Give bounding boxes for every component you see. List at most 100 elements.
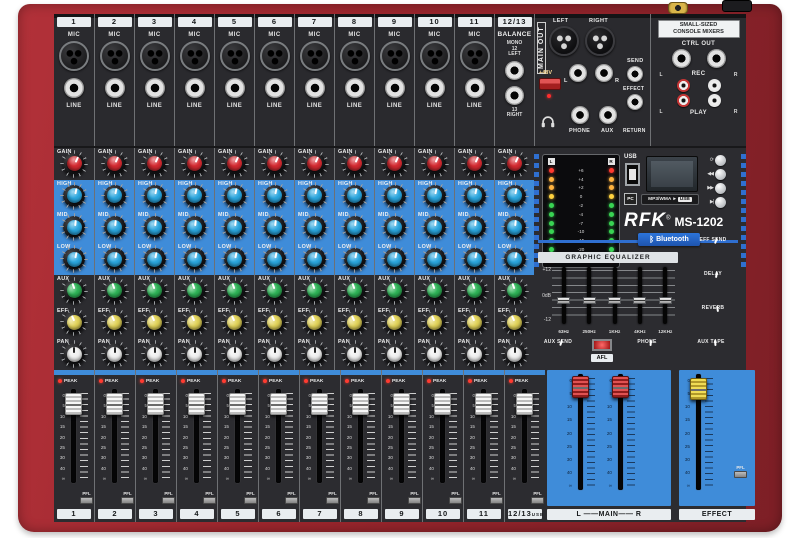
- mid-knob-ch6[interactable]: MID: [255, 211, 294, 243]
- gain-knob-ch12[interactable]: GAIN: [495, 148, 534, 180]
- channel-fader-5-handle[interactable]: [229, 393, 246, 415]
- channel-fader-7-handle[interactable]: [311, 393, 328, 415]
- eq-slider-handle[interactable]: [557, 297, 570, 304]
- reverb-knob[interactable]: REVERB: [684, 302, 742, 336]
- pan-knob-ch3[interactable]: PAN: [135, 338, 174, 370]
- gain-knob-ch5[interactable]: GAIN: [215, 148, 254, 180]
- eff-knob-ch11[interactable]: EFF: [455, 307, 494, 339]
- eq-slider-handle[interactable]: [583, 297, 596, 304]
- mid-knob-ch4[interactable]: MID: [175, 211, 214, 243]
- channel-fader-9-handle[interactable]: [393, 393, 410, 415]
- gain-knob-ch11[interactable]: GAIN: [455, 148, 494, 180]
- channel-fader-12/13USB-handle[interactable]: [516, 393, 533, 415]
- eq-slider-handle[interactable]: [633, 297, 646, 304]
- pfl-button-3[interactable]: PFL: [162, 491, 175, 504]
- aux-send-knob[interactable]: AUX SEND: [534, 336, 582, 345]
- eq-slider-4KHz[interactable]: 4KHz: [627, 265, 652, 335]
- low-knob-ch7[interactable]: LOW: [295, 243, 334, 275]
- aux-knob-ch7[interactable]: AUX: [295, 275, 334, 307]
- gain-knob-ch8[interactable]: GAIN: [335, 148, 374, 180]
- gain-knob-ch10[interactable]: GAIN: [415, 148, 454, 180]
- low-knob-ch8[interactable]: LOW: [335, 243, 374, 275]
- pfl-button-6[interactable]: PFL: [285, 491, 298, 504]
- eq-slider-63Hz[interactable]: 63Hz: [551, 265, 576, 335]
- mid-knob-ch10[interactable]: MID: [415, 211, 454, 243]
- high-knob-ch5[interactable]: HIGH: [215, 180, 254, 212]
- channel-fader-2-handle[interactable]: [106, 393, 123, 415]
- high-knob-ch7[interactable]: HIGH: [295, 180, 334, 212]
- pfl-button-5[interactable]: PFL: [244, 491, 257, 504]
- low-knob-ch9[interactable]: LOW: [375, 243, 414, 275]
- aux-knob-ch6[interactable]: AUX: [255, 275, 294, 307]
- aux-knob-ch2[interactable]: AUX: [95, 275, 134, 307]
- low-knob-ch5[interactable]: LOW: [215, 243, 254, 275]
- previous-button[interactable]: [715, 169, 726, 180]
- gain-knob-ch7[interactable]: GAIN: [295, 148, 334, 180]
- mid-knob-ch7[interactable]: MID: [295, 211, 334, 243]
- pan-knob-ch10[interactable]: PAN: [415, 338, 454, 370]
- channel-fader-1-handle[interactable]: [65, 393, 82, 415]
- high-knob-ch1[interactable]: HIGH: [54, 180, 94, 212]
- eff-knob-ch3[interactable]: EFF: [135, 307, 174, 339]
- pan-knob-ch12[interactable]: PAN: [495, 338, 534, 370]
- play-pause-button[interactable]: [715, 197, 726, 208]
- low-knob-ch6[interactable]: LOW: [255, 243, 294, 275]
- low-knob-ch3[interactable]: LOW: [135, 243, 174, 275]
- mid-knob-ch11[interactable]: MID: [455, 211, 494, 243]
- channel-fader-3-handle[interactable]: [147, 393, 164, 415]
- gain-knob-ch2[interactable]: GAIN: [95, 148, 134, 180]
- low-knob-ch2[interactable]: LOW: [95, 243, 134, 275]
- aux-knob-ch9[interactable]: AUX: [375, 275, 414, 307]
- mid-knob-ch3[interactable]: MID: [135, 211, 174, 243]
- pfl-button-7[interactable]: PFL: [326, 491, 339, 504]
- eff-knob-ch12[interactable]: EFF: [495, 307, 534, 339]
- high-knob-ch8[interactable]: HIGH: [335, 180, 374, 212]
- next-button[interactable]: [715, 183, 726, 194]
- low-knob-ch11[interactable]: LOW: [455, 243, 494, 275]
- eq-slider-12KHz[interactable]: 12KHz: [653, 265, 678, 335]
- aux-knob-ch8[interactable]: AUX: [335, 275, 374, 307]
- pfl-button-8[interactable]: PFL: [367, 491, 380, 504]
- high-knob-ch12[interactable]: HIGH: [495, 180, 534, 212]
- eff-knob-ch10[interactable]: EFF: [415, 307, 454, 339]
- channel-fader-10-handle[interactable]: [434, 393, 451, 415]
- low-knob-ch1[interactable]: LOW: [54, 243, 94, 275]
- eq-slider-handle[interactable]: [659, 297, 672, 304]
- pan-knob-ch11[interactable]: PAN: [455, 338, 494, 370]
- aux-knob-ch12[interactable]: AUX: [495, 275, 534, 307]
- pan-knob-ch8[interactable]: PAN: [335, 338, 374, 370]
- eq-slider-1KHz[interactable]: 1KHz: [602, 265, 627, 335]
- pfl-button-12/13USB[interactable]: PFL: [531, 491, 544, 504]
- eff-knob-ch5[interactable]: EFF: [215, 307, 254, 339]
- aux-knob-ch11[interactable]: AUX: [455, 275, 494, 307]
- channel-fader-8-handle[interactable]: [352, 393, 369, 415]
- repeat-button[interactable]: [715, 155, 726, 166]
- channel-fader-6-handle[interactable]: [270, 393, 287, 415]
- pan-knob-ch2[interactable]: PAN: [95, 338, 134, 370]
- mid-knob-ch1[interactable]: MID: [54, 211, 94, 243]
- high-knob-ch9[interactable]: HIGH: [375, 180, 414, 212]
- afl-button[interactable]: AFL: [584, 336, 620, 362]
- high-knob-ch6[interactable]: HIGH: [255, 180, 294, 212]
- eq-slider-250Hz[interactable]: 250Hz: [576, 265, 601, 335]
- main-fader-right-handle[interactable]: [612, 376, 629, 398]
- effect-pfl-button[interactable]: PFL: [734, 465, 747, 478]
- pan-knob-ch1[interactable]: PAN: [54, 338, 94, 370]
- mid-knob-ch12[interactable]: MID: [495, 211, 534, 243]
- aux-knob-ch3[interactable]: AUX: [135, 275, 174, 307]
- pan-knob-ch4[interactable]: PAN: [175, 338, 214, 370]
- high-knob-ch11[interactable]: HIGH: [455, 180, 494, 212]
- eff-knob-ch2[interactable]: EFF: [95, 307, 134, 339]
- eq-slider-handle[interactable]: [608, 297, 621, 304]
- phone-level-knob[interactable]: PHONE: [624, 336, 670, 345]
- phantom-power-switch[interactable]: [539, 78, 561, 90]
- pfl-button-9[interactable]: PFL: [408, 491, 421, 504]
- mid-knob-ch9[interactable]: MID: [375, 211, 414, 243]
- eff-send-knob[interactable]: EFF SEND: [684, 234, 742, 268]
- mid-knob-ch8[interactable]: MID: [335, 211, 374, 243]
- aux-knob-ch5[interactable]: AUX: [215, 275, 254, 307]
- gain-knob-ch1[interactable]: GAIN: [54, 148, 94, 180]
- gain-knob-ch3[interactable]: GAIN: [135, 148, 174, 180]
- eff-knob-ch6[interactable]: EFF: [255, 307, 294, 339]
- delay-knob[interactable]: DELAY: [684, 268, 742, 302]
